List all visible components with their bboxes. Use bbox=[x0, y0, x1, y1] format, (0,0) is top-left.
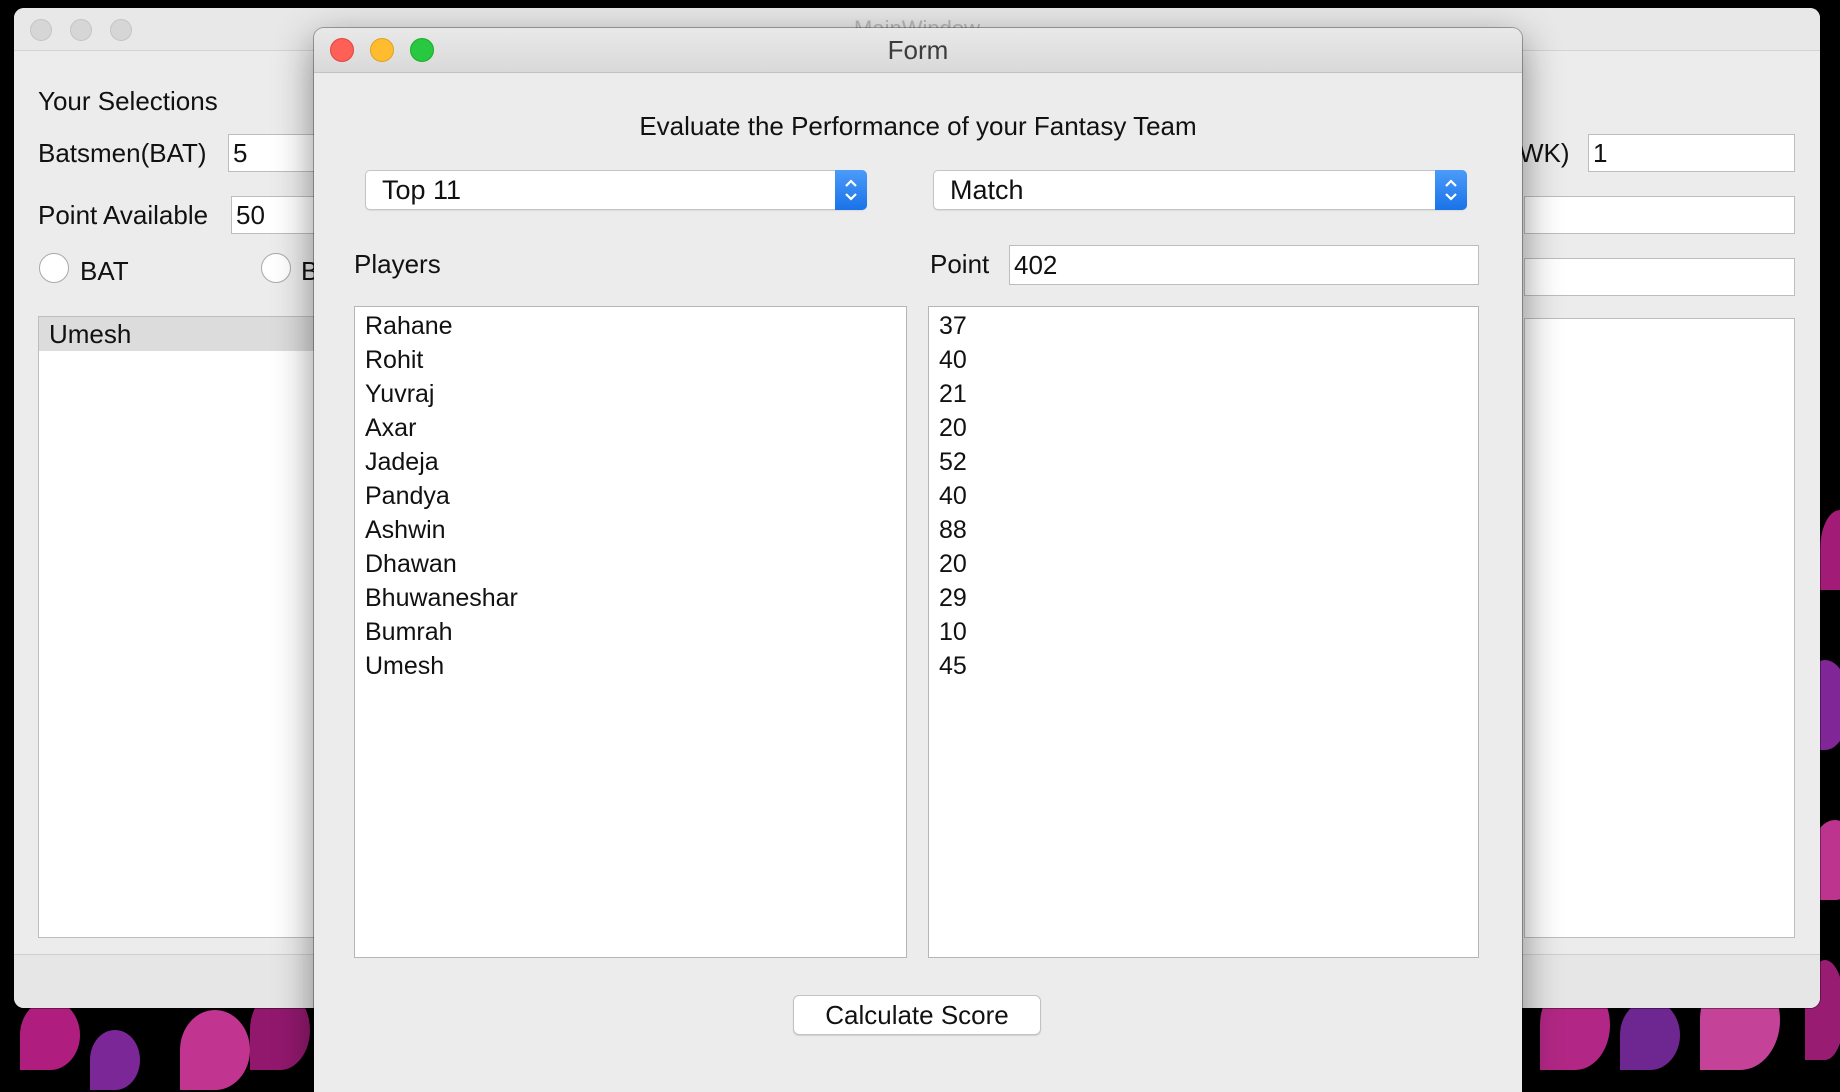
point-list-item[interactable]: 29 bbox=[929, 581, 1478, 615]
point-list-item[interactable]: 10 bbox=[929, 615, 1478, 649]
point-available-label: Point Available bbox=[38, 200, 209, 230]
point-list-item[interactable]: 21 bbox=[929, 377, 1478, 411]
main-maximize-button[interactable] bbox=[110, 19, 132, 41]
match-select[interactable]: Match bbox=[933, 170, 1467, 210]
player-list-item[interactable]: Axar bbox=[355, 411, 906, 445]
point-list-item[interactable]: 88 bbox=[929, 513, 1478, 547]
point-list-item[interactable]: 45 bbox=[929, 649, 1478, 683]
right-list[interactable] bbox=[1524, 318, 1795, 938]
point-list-item[interactable]: 37 bbox=[929, 309, 1478, 343]
player-list-item[interactable]: Jadeja bbox=[355, 445, 906, 479]
point-list-item[interactable]: 40 bbox=[929, 343, 1478, 377]
player-list-item[interactable]: Pandya bbox=[355, 479, 906, 513]
point-total-field[interactable]: 402 bbox=[1009, 245, 1479, 285]
form-heading: Evaluate the Performance of your Fantasy… bbox=[639, 111, 1197, 141]
points-list[interactable]: 37 40 21 20 52 40 88 20 29 10 45 bbox=[928, 306, 1479, 958]
bat-radio[interactable] bbox=[39, 253, 69, 283]
player-list-item[interactable]: Yuvraj bbox=[355, 377, 906, 411]
player-list-item[interactable]: Bhuwaneshar bbox=[355, 581, 906, 615]
main-close-button[interactable] bbox=[30, 19, 52, 41]
right-field-3[interactable] bbox=[1524, 258, 1795, 296]
player-list-item[interactable]: Dhawan bbox=[355, 547, 906, 581]
selected-players-list[interactable]: Umesh bbox=[38, 316, 338, 938]
updown-arrows-icon bbox=[835, 170, 867, 210]
match-select-value: Match bbox=[950, 175, 1024, 205]
close-button[interactable] bbox=[330, 38, 354, 62]
point-list-item[interactable]: 52 bbox=[929, 445, 1478, 479]
form-title: Form bbox=[887, 35, 949, 65]
player-list-item[interactable]: Ashwin bbox=[355, 513, 906, 547]
form-titlebar: Form bbox=[314, 28, 1522, 73]
calculate-score-button[interactable]: Calculate Score bbox=[793, 995, 1041, 1035]
second-radio[interactable] bbox=[261, 253, 291, 283]
bat-radio-label: BAT bbox=[80, 256, 129, 286]
main-minimize-button[interactable] bbox=[70, 19, 92, 41]
updown-arrows-icon bbox=[1435, 170, 1467, 210]
player-list-item[interactable]: Rahane bbox=[355, 309, 906, 343]
point-list-item[interactable]: 20 bbox=[929, 411, 1478, 445]
team-select[interactable]: Top 11 bbox=[365, 170, 867, 210]
team-select-value: Top 11 bbox=[382, 175, 462, 205]
point-list-item[interactable]: 20 bbox=[929, 547, 1478, 581]
form-window: Form Evaluate the Performance of your Fa… bbox=[314, 28, 1522, 1092]
player-list-item[interactable]: Umesh bbox=[355, 649, 906, 683]
wk-label: WK) bbox=[1519, 138, 1570, 168]
player-list-item[interactable]: Bumrah bbox=[355, 615, 906, 649]
list-item[interactable]: Umesh bbox=[39, 317, 337, 351]
minimize-button[interactable] bbox=[370, 38, 394, 62]
maximize-button[interactable] bbox=[410, 38, 434, 62]
player-list-item[interactable]: Rohit bbox=[355, 343, 906, 377]
right-field-2[interactable] bbox=[1524, 196, 1795, 234]
point-label: Point bbox=[930, 249, 990, 279]
wk-field[interactable]: 1 bbox=[1588, 134, 1795, 172]
point-list-item[interactable]: 40 bbox=[929, 479, 1478, 513]
your-selections-label: Your Selections bbox=[38, 86, 218, 116]
players-label: Players bbox=[354, 249, 441, 279]
players-list[interactable]: Rahane Rohit Yuvraj Axar Jadeja Pandya Ashwin D… bbox=[354, 306, 907, 958]
batsmen-label: Batsmen(BAT) bbox=[38, 138, 207, 168]
